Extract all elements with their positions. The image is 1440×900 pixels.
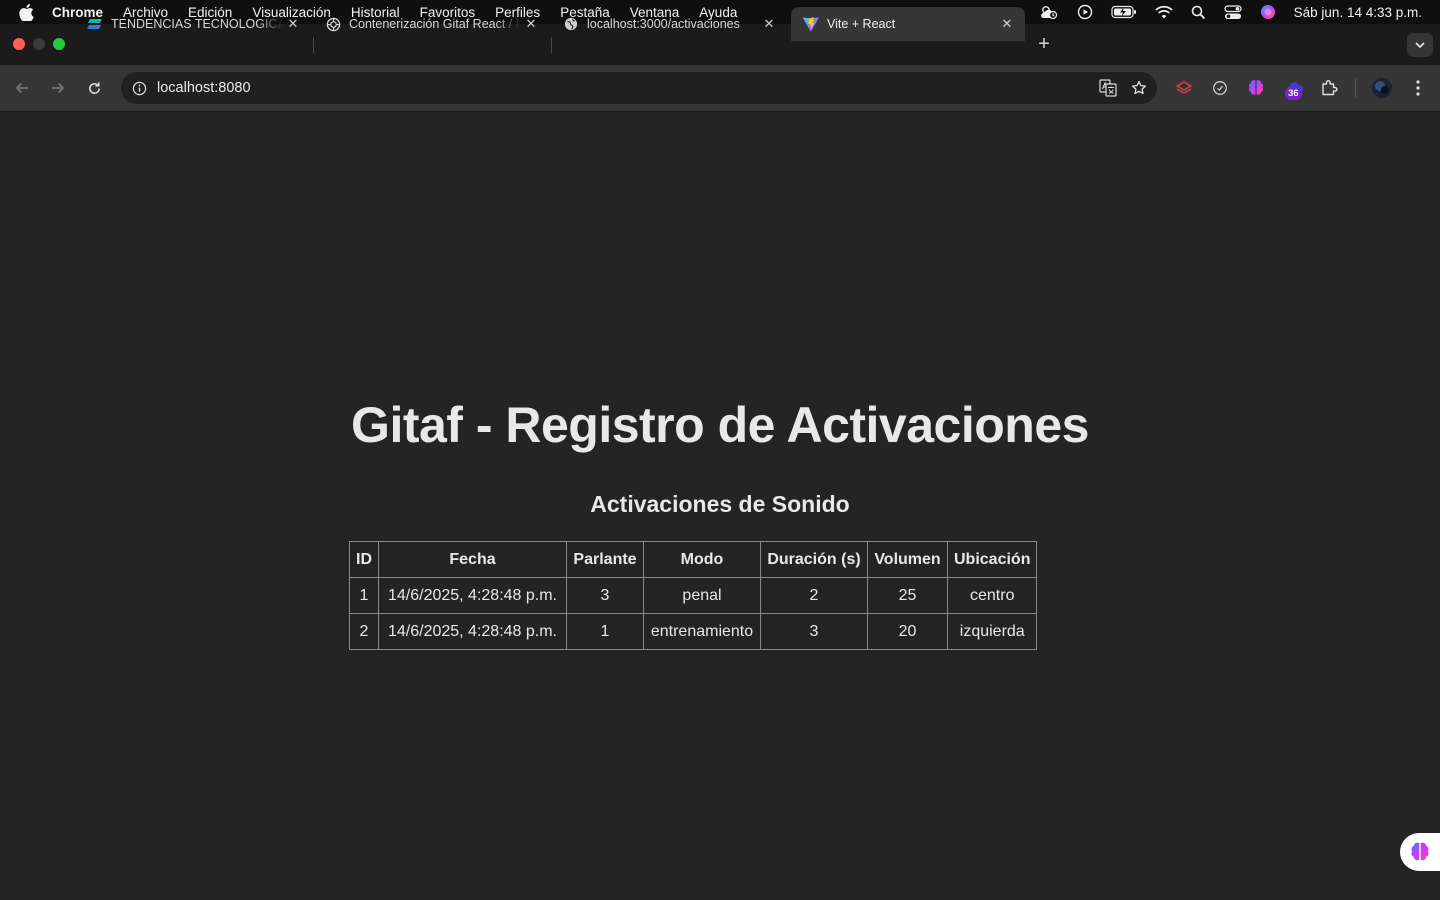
more-vertical-icon (1416, 80, 1420, 96)
tab-search-button[interactable] (1407, 33, 1433, 57)
battery-charging-icon[interactable] (1111, 5, 1137, 19)
url-text[interactable]: localhost:8080 (157, 80, 251, 96)
tendencias-favicon (87, 16, 103, 32)
column-header-modo: Modo (643, 541, 761, 578)
cell-duracion: 3 (760, 613, 868, 650)
close-tab-icon[interactable]: ✕ (283, 14, 303, 34)
play-circle-icon[interactable] (1077, 4, 1093, 20)
column-header-parlante: Parlante (566, 541, 644, 578)
cell-id: 1 (349, 577, 379, 614)
cell-modo: entrenamiento (643, 613, 761, 650)
bookmark-star-icon[interactable] (1131, 80, 1147, 101)
vite-icon (803, 16, 819, 32)
activations-table: ID Fecha Parlante Modo Duración (s) Volu… (349, 541, 1038, 650)
cell-id: 2 (349, 613, 379, 650)
column-header-duracion: Duración (s) (760, 541, 868, 578)
forward-arrow-icon (52, 82, 65, 94)
cell-parlante: 1 (566, 613, 644, 650)
menubar-clock[interactable]: Sáb jun. 14 4:33 p.m. (1294, 5, 1422, 20)
window-controls (13, 38, 65, 50)
apple-menu-icon[interactable] (0, 3, 52, 21)
back-button[interactable] (11, 77, 33, 99)
chatgpt-icon (325, 16, 341, 32)
new-tab-button[interactable]: + (1034, 33, 1054, 55)
extension-badge-count: 36 (1285, 87, 1302, 100)
browser-toolbar: localhost:8080 (0, 65, 1440, 112)
tab-title: Vite + React (827, 17, 896, 31)
extensions-puzzle-icon[interactable] (1318, 77, 1340, 99)
column-header-ubicacion: Ubicación (946, 541, 1038, 578)
spotlight-search-icon[interactable] (1191, 5, 1206, 20)
column-header-id: ID (349, 541, 379, 578)
brain-icon (1411, 842, 1429, 861)
column-header-volumen: Volumen (867, 541, 948, 578)
address-bar[interactable]: localhost:8080 (121, 72, 1157, 104)
page-title: Gitaf - Registro de Activaciones (351, 397, 1089, 453)
chrome-menu-button[interactable] (1407, 77, 1429, 99)
tab-title: localhost:3000/activaciones (587, 17, 740, 31)
wifi-icon[interactable] (1155, 5, 1173, 19)
table-header-row: ID Fecha Parlante Modo Duración (s) Volu… (349, 541, 1038, 578)
minimize-window-button[interactable] (33, 38, 45, 50)
close-window-button[interactable] (13, 38, 25, 50)
forward-button[interactable] (47, 77, 69, 99)
table-row: 2 14/6/2025, 4:28:48 p.m. 1 entrenamient… (349, 613, 1038, 650)
close-tab-icon[interactable]: ✕ (997, 14, 1017, 34)
globe-icon (563, 16, 579, 32)
weather-icon[interactable] (1039, 4, 1059, 20)
site-info-icon[interactable] (123, 81, 155, 96)
toolbar-divider (1355, 79, 1356, 97)
extension-brain-icon[interactable] (1245, 77, 1267, 99)
extension-layers-icon[interactable] (1173, 77, 1195, 99)
tab-title: Contenerización Gitaf React / Node (349, 17, 521, 31)
cell-fecha: 14/6/2025, 4:28:48 p.m. (378, 613, 567, 650)
cell-ubicacion: centro (946, 577, 1038, 614)
control-center-icon[interactable] (1224, 4, 1242, 20)
tab-localhost-3000[interactable]: localhost:3000/activaciones ✕ (551, 7, 787, 41)
chevron-down-icon (1415, 42, 1425, 48)
cell-duracion: 2 (760, 577, 868, 614)
cell-parlante: 3 (566, 577, 644, 614)
cell-volumen: 20 (867, 613, 948, 650)
cell-volumen: 25 (867, 577, 948, 614)
profile-avatar[interactable] (1371, 77, 1393, 99)
reload-button[interactable] (83, 77, 105, 99)
column-header-fecha: Fecha (378, 541, 567, 578)
close-tab-icon[interactable]: ✕ (759, 14, 779, 34)
tab-vite-react[interactable]: Vite + React ✕ (791, 7, 1025, 41)
cell-fecha: 14/6/2025, 4:28:48 p.m. (378, 577, 567, 614)
table-row: 1 14/6/2025, 4:28:48 p.m. 3 penal 2 25 c… (349, 577, 1038, 614)
tab-contenerizacion[interactable]: Contenerización Gitaf React / Node ✕ (313, 7, 549, 41)
tab-tendencias[interactable]: TENDENCIAS TECNOLOGICAS ✕ (75, 7, 311, 41)
cell-modo: penal (643, 577, 761, 614)
close-tab-icon[interactable]: ✕ (521, 14, 541, 34)
floating-assistant-button[interactable] (1400, 833, 1440, 871)
section-title: Activaciones de Sonido (590, 491, 850, 517)
siri-icon[interactable] (1260, 4, 1276, 20)
back-arrow-icon (15, 82, 28, 94)
cell-ubicacion: izquierda (946, 613, 1038, 650)
zoom-window-button[interactable] (53, 38, 65, 50)
translate-icon[interactable] (1099, 79, 1117, 102)
tab-title: TENDENCIAS TECNOLOGICAS (111, 17, 283, 31)
extension-clock-icon[interactable] (1209, 77, 1231, 99)
reload-icon (88, 81, 100, 94)
